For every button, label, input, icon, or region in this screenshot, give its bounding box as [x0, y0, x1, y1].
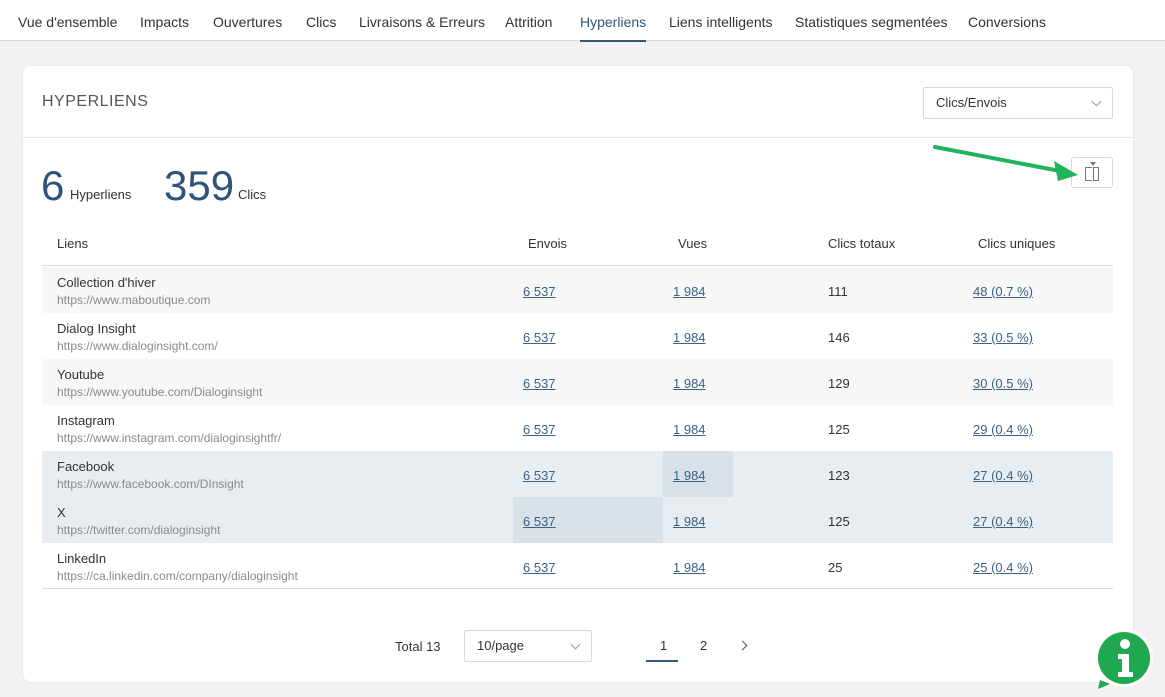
page-button-2[interactable]: 2: [700, 638, 707, 653]
sends-link[interactable]: 6 537: [523, 560, 556, 575]
clicks-count: 359: [164, 162, 235, 209]
page-size-value: 10/page: [477, 638, 524, 653]
unique-clicks-link[interactable]: 25 (0.4 %): [973, 560, 1033, 575]
clicks-count-label: Clics: [238, 187, 267, 202]
link-name: Youtube: [57, 367, 105, 382]
unique-clicks-link[interactable]: 27 (0.4 %): [973, 468, 1033, 483]
unique-clicks-link[interactable]: 29 (0.4 %): [973, 422, 1033, 437]
links-count-label: Hyperliens: [70, 187, 132, 202]
metric-select-value: Clics/Envois: [936, 95, 1007, 110]
sends-link[interactable]: 6 537: [523, 376, 556, 391]
header-views: Vues: [678, 236, 708, 251]
views-link[interactable]: 1 984: [673, 560, 706, 575]
tab-hyperliens[interactable]: Hyperliens: [580, 0, 647, 42]
metric-select[interactable]: Clics/Envois: [923, 87, 1113, 119]
pagination-total: Total 13: [395, 639, 441, 654]
sends-link[interactable]: 6 537: [523, 284, 556, 299]
links-table-body: Collection d'hiver https://www.maboutiqu…: [42, 267, 1113, 589]
header-sends: Envois: [528, 236, 568, 251]
total-clicks-value: 125: [828, 514, 850, 529]
sends-link[interactable]: 6 537: [523, 330, 556, 345]
views-link[interactable]: 1 984: [673, 330, 706, 345]
link-url: https://www.facebook.com/DInsight: [57, 477, 244, 491]
columns-icon: [1085, 167, 1092, 181]
table-row: Instagram https://www.instagram.com/dial…: [42, 405, 1113, 451]
link-url: https://twitter.com/dialoginsight: [57, 523, 221, 537]
page-button-1[interactable]: 1: [645, 638, 679, 662]
chevron-down-icon: [1091, 96, 1102, 107]
annotation-arrow-head: [1054, 161, 1078, 181]
total-clicks-value: 146: [828, 330, 850, 345]
annotation-arrow-shaft: [933, 145, 1067, 174]
links-count: 6: [41, 162, 65, 209]
sends-link[interactable]: 6 537: [523, 468, 556, 483]
header-total-clicks: Clics totaux: [828, 236, 896, 251]
tab-impacts[interactable]: Impacts: [140, 0, 189, 41]
columns-icon-caret: [1090, 162, 1096, 166]
tab-statistiques-segmentees[interactable]: Statistiques segmentées: [795, 0, 948, 41]
tab-attrition[interactable]: Attrition: [505, 0, 552, 41]
chevron-down-icon: [570, 639, 581, 650]
help-info-button[interactable]: [1094, 628, 1156, 690]
link-url: https://ca.linkedin.com/company/dialogin…: [57, 569, 298, 583]
tab-vue-ensemble[interactable]: Vue d'ensemble: [18, 0, 117, 41]
views-link[interactable]: 1 984: [673, 376, 706, 391]
link-name: LinkedIn: [57, 551, 107, 566]
table-header: Liens Envois Vues Clics totaux Clics uni…: [42, 228, 1113, 266]
views-link[interactable]: 1 984: [673, 514, 706, 529]
total-clicks-value: 125: [828, 422, 850, 437]
header-links: Liens: [57, 236, 89, 251]
table-row-hovered: Facebook https://www.facebook.com/DInsig…: [42, 451, 1113, 497]
unique-clicks-link[interactable]: 33 (0.5 %): [973, 330, 1033, 345]
link-name: Instagram: [57, 413, 115, 428]
columns-icon-right: [1093, 167, 1099, 181]
link-name: Collection d'hiver: [57, 275, 156, 290]
header-unique-clicks: Clics uniques: [978, 236, 1056, 251]
annotation-arrow: [933, 145, 1078, 181]
link-name: X: [57, 505, 66, 520]
total-clicks-value: 123: [828, 468, 850, 483]
link-url: https://www.youtube.com/Dialoginsight: [57, 385, 263, 399]
link-name: Dialog Insight: [57, 321, 136, 336]
table-row: Dialog Insight https://www.dialoginsight…: [42, 313, 1113, 359]
table-row: Youtube https://www.youtube.com/Dialogin…: [42, 359, 1113, 405]
table-row: LinkedIn https://ca.linkedin.com/company…: [42, 543, 1113, 589]
views-link[interactable]: 1 984: [673, 284, 706, 299]
table-row: Collection d'hiver https://www.maboutiqu…: [42, 267, 1113, 313]
total-clicks-value: 129: [828, 376, 850, 391]
sends-link[interactable]: 6 537: [523, 514, 556, 529]
sends-link[interactable]: 6 537: [523, 422, 556, 437]
views-link[interactable]: 1 984: [673, 468, 706, 483]
tab-livraisons-erreurs[interactable]: Livraisons & Erreurs: [359, 0, 485, 41]
link-url: https://www.maboutique.com: [57, 293, 211, 307]
total-clicks-value: 25: [828, 560, 843, 575]
unique-clicks-link[interactable]: 30 (0.5 %): [973, 376, 1033, 391]
panel-title: HYPERLIENS: [42, 93, 149, 110]
unique-clicks-link[interactable]: 27 (0.4 %): [973, 514, 1033, 529]
report-tabs: Vue d'ensemble Impacts Ouvertures Clics …: [0, 0, 1165, 42]
table-row-hovered: X https://twitter.com/dialoginsight 6 53…: [42, 497, 1113, 543]
tab-conversions[interactable]: Conversions: [968, 0, 1046, 41]
views-link[interactable]: 1 984: [673, 422, 706, 437]
link-url: https://www.instagram.com/dialoginsightf…: [57, 431, 282, 445]
tab-clics[interactable]: Clics: [306, 0, 336, 41]
tab-liens-intelligents[interactable]: Liens intelligents: [669, 0, 773, 41]
info-icon-dot: [1120, 639, 1130, 649]
page-size-select[interactable]: 10/page: [464, 630, 592, 662]
link-url: https://www.dialoginsight.com/: [57, 339, 218, 353]
total-clicks-value: 111: [828, 284, 848, 299]
chevron-right-icon[interactable]: [737, 640, 748, 651]
tab-ouvertures[interactable]: Ouvertures: [213, 0, 282, 41]
unique-clicks-link[interactable]: 48 (0.7 %): [973, 284, 1033, 299]
link-name: Facebook: [57, 459, 115, 474]
